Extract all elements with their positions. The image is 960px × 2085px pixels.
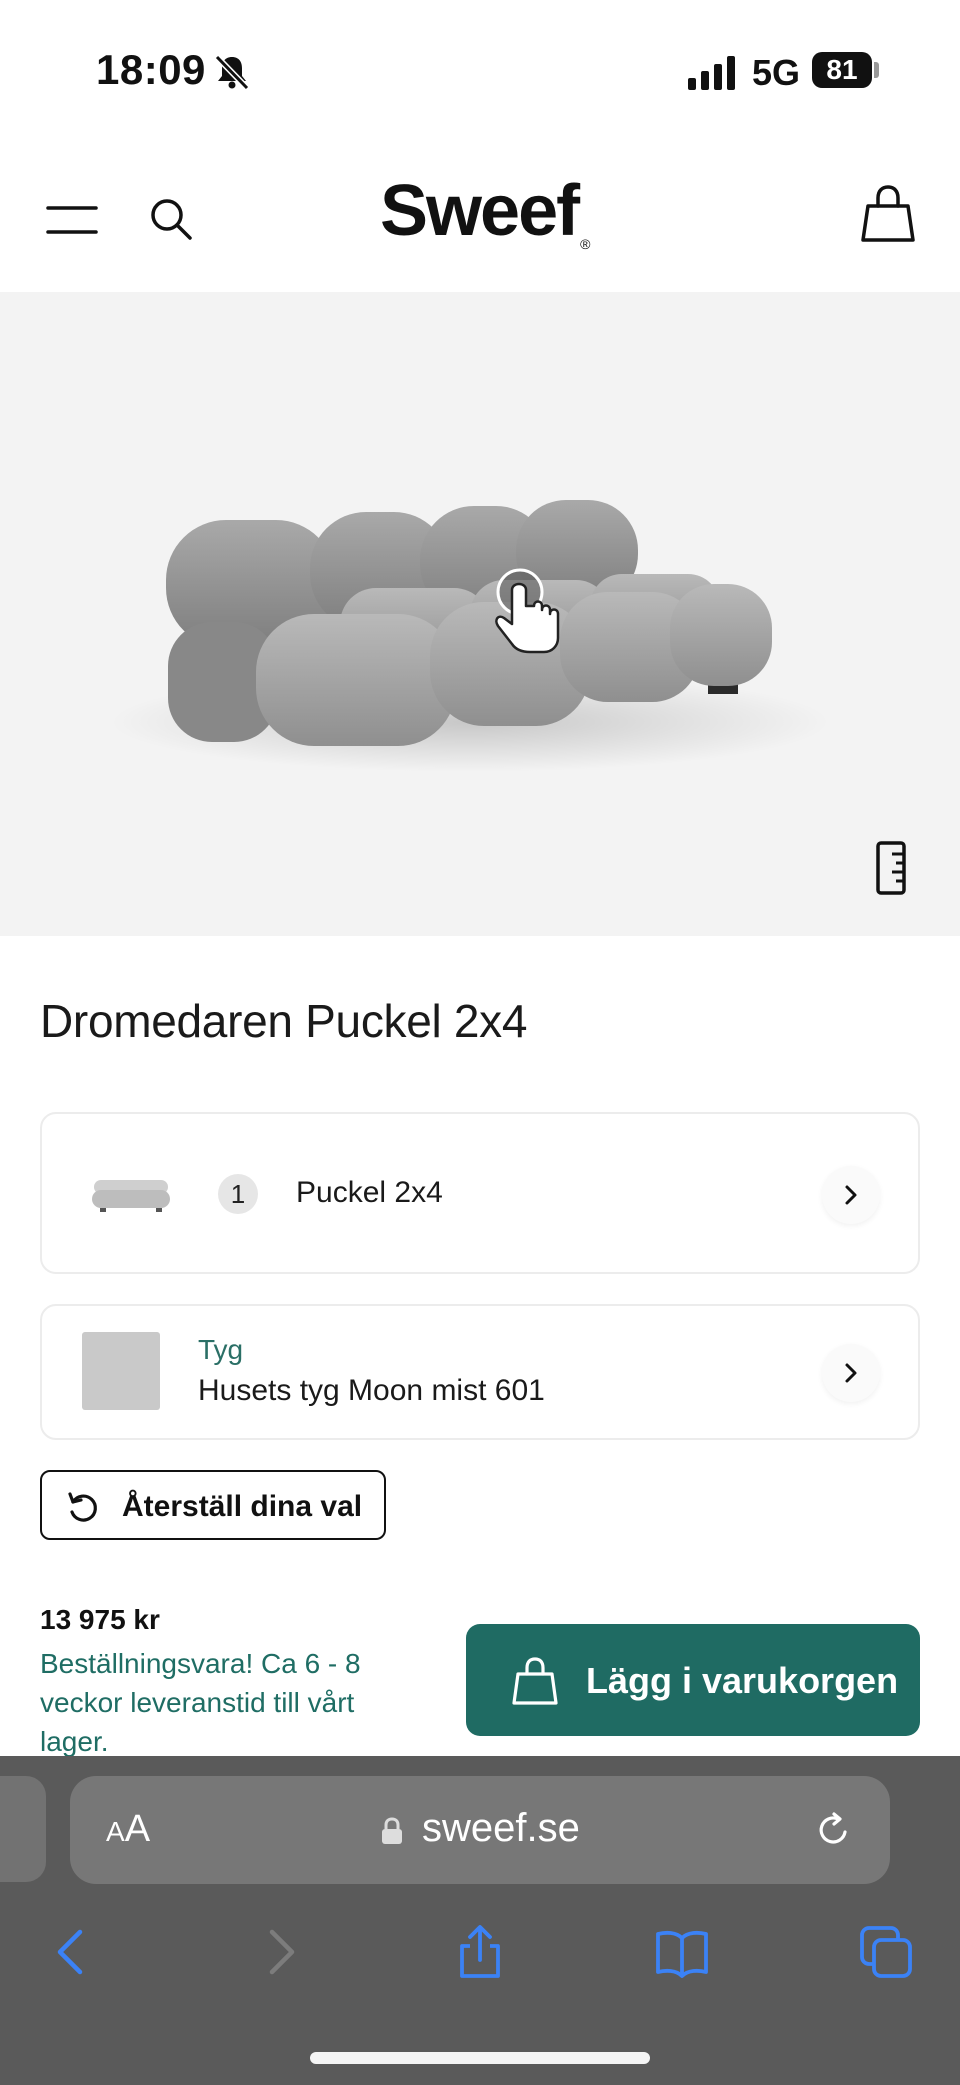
configuration-open-button[interactable] xyxy=(822,1166,880,1224)
bookmarks-icon[interactable] xyxy=(654,1924,710,1980)
address-bar[interactable]: AA sweef.se xyxy=(70,1776,890,1884)
text-size-small: A xyxy=(106,1816,125,1847)
reload-icon[interactable] xyxy=(814,1810,854,1850)
sweef-logo[interactable]: Sweef ® xyxy=(380,170,591,252)
product-title: Dromedaren Puckel 2x4 xyxy=(40,995,528,1047)
text-size-button[interactable]: AA xyxy=(106,1808,150,1851)
price: 13 975 kr xyxy=(40,1604,160,1635)
site-header: Sweef ® xyxy=(0,140,960,292)
quantity-badge: 1 xyxy=(218,1174,258,1214)
previous-tab-preview[interactable] xyxy=(0,1776,46,1882)
back-icon[interactable] xyxy=(44,1924,100,1980)
fabric-name: Husets tyg Moon mist 601 xyxy=(198,1374,545,1407)
lock-icon xyxy=(382,1817,402,1844)
reset-icon xyxy=(68,1492,97,1522)
shopping-bag-icon xyxy=(512,1657,558,1705)
status-bar: 18:09 5G 81 xyxy=(0,0,960,140)
battery-tip xyxy=(874,62,879,78)
fabric-card[interactable]: Tyg Husets tyg Moon mist 601 xyxy=(40,1304,920,1440)
configuration-label: Puckel 2x4 xyxy=(296,1176,443,1209)
forward-icon[interactable] xyxy=(252,1924,308,1980)
chevron-right-icon xyxy=(845,1185,857,1205)
product-3d-viewer[interactable] xyxy=(0,292,960,936)
hamburger-icon[interactable] xyxy=(46,202,98,238)
shopping-bag-icon[interactable] xyxy=(860,184,916,244)
status-time: 18:09 xyxy=(96,46,206,93)
sofa-thumbnail xyxy=(92,1180,170,1212)
fabric-open-button[interactable] xyxy=(822,1344,880,1402)
share-icon[interactable] xyxy=(452,1924,508,1980)
logo-registered-mark: ® xyxy=(580,236,590,252)
fabric-category: Tyg xyxy=(198,1334,244,1365)
tabs-icon[interactable] xyxy=(858,1924,914,1980)
url-text: sweef.se xyxy=(422,1806,580,1850)
logo-text: Sweef xyxy=(380,171,580,251)
chevron-right-icon xyxy=(845,1363,857,1383)
ruler-icon[interactable] xyxy=(874,840,910,896)
configuration-card[interactable]: 1 Puckel 2x4 xyxy=(40,1112,920,1274)
reset-label: Återställ dina val xyxy=(122,1490,363,1523)
browser-bottom-bar: AA sweef.se xyxy=(0,1756,960,2085)
sofa-image xyxy=(110,500,830,772)
add-to-cart-label: Lägg i varukorgen xyxy=(586,1660,899,1701)
fabric-swatch xyxy=(82,1332,160,1410)
browser-toolbar xyxy=(0,1906,960,1996)
signal-icon xyxy=(688,56,735,90)
reset-choices-button[interactable]: Återställ dina val xyxy=(40,1470,386,1540)
search-icon[interactable] xyxy=(148,196,194,242)
delivery-note: Beställningsvara! Ca 6 - 8 veckor levera… xyxy=(40,1648,361,1757)
network-type: 5G xyxy=(752,52,801,93)
text-size-large: A xyxy=(124,1808,151,1850)
add-to-cart-button[interactable]: Lägg i varukorgen xyxy=(466,1624,920,1736)
home-indicator xyxy=(310,2052,650,2064)
battery-indicator: 81 xyxy=(812,52,872,88)
bell-muted-icon xyxy=(214,54,250,91)
